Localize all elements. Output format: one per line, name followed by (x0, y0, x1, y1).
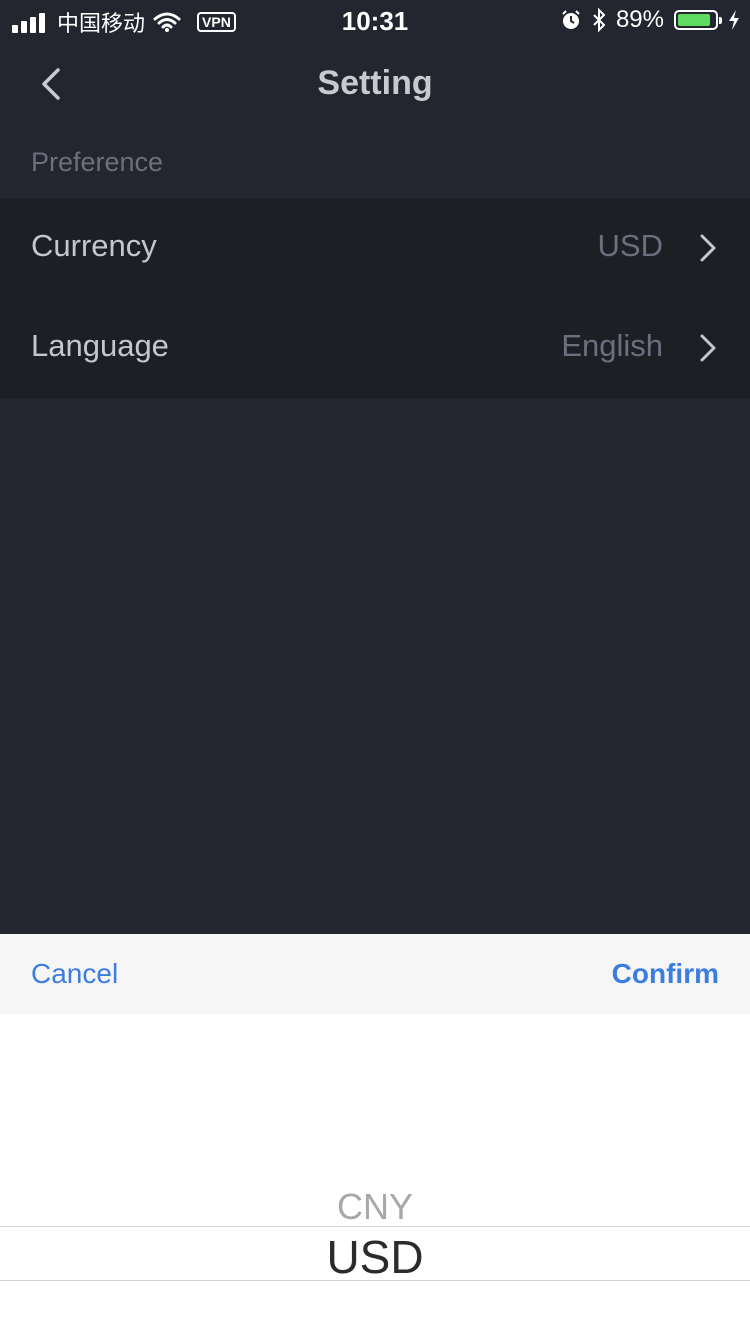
battery-icon (674, 10, 722, 30)
picker-selection-line-top (0, 1226, 750, 1227)
settings-list: Currency USD Language English (0, 198, 750, 398)
currency-row[interactable]: Currency USD (0, 198, 750, 298)
confirm-button[interactable]: Confirm (612, 958, 719, 990)
cancel-button[interactable]: Cancel (31, 958, 118, 990)
picker-option[interactable]: CNY (0, 1186, 750, 1228)
page-title: Setting (317, 64, 433, 102)
chevron-right-icon (700, 334, 716, 362)
picker-toolbar: Cancel Confirm (0, 934, 750, 1014)
navigation-bar: Setting (0, 40, 750, 128)
picker-option-selected[interactable]: USD (0, 1230, 750, 1284)
language-value: English (561, 328, 663, 363)
language-row[interactable]: Language English (0, 298, 750, 398)
battery-percent: 89% (615, 6, 664, 33)
currency-label: Currency (31, 228, 157, 263)
currency-picker-wheel[interactable]: CNY USD (0, 1014, 750, 1334)
picker-selection-line-bottom (0, 1280, 750, 1281)
status-bar: 中国移动 VPN 10:31 89% (0, 0, 750, 40)
currency-picker-sheet: Cancel Confirm CNY USD (0, 934, 750, 1334)
bluetooth-icon (593, 8, 606, 32)
battery-fill (678, 14, 711, 26)
currency-value: USD (597, 228, 663, 263)
chevron-right-icon (700, 234, 716, 262)
language-label: Language (31, 328, 169, 363)
charging-bolt-icon (729, 10, 739, 30)
alarm-icon (562, 10, 580, 29)
status-right: 89% (560, 6, 740, 34)
battery-cap (719, 17, 722, 24)
section-header-preference: Preference (31, 147, 164, 177)
